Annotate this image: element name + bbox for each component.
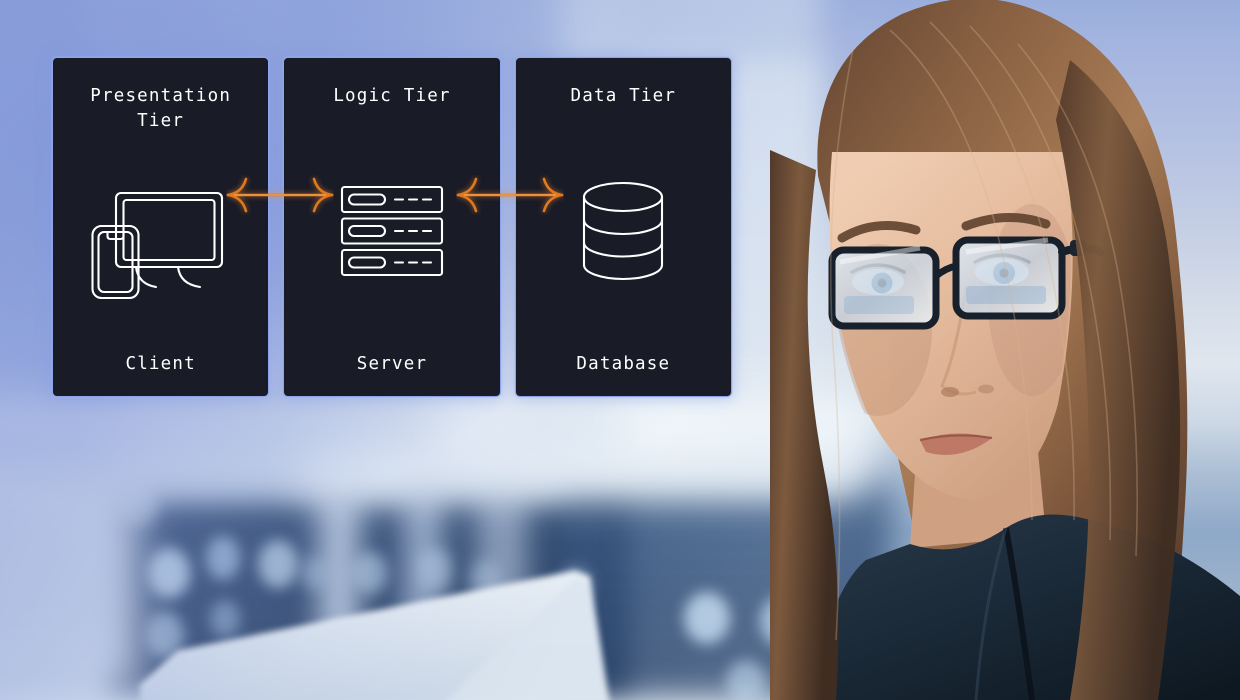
tier-title-data: Data Tier	[570, 86, 677, 106]
tier-panel-logic[interactable]: Logic Tier Server	[283, 57, 501, 397]
tier-label-server: Server	[356, 354, 428, 374]
blurred-laptop	[140, 570, 610, 700]
tier-title-presentation: Presentation Tier	[90, 86, 232, 131]
architecture-diagram: Presentation Tier Client Logic Tier Serv…	[52, 57, 732, 397]
person-photo	[770, 0, 1240, 700]
monitor-and-phone-icon	[63, 134, 258, 354]
tier-label-client: Client	[125, 354, 196, 374]
tier-panel-data[interactable]: Data Tier Database	[514, 57, 732, 397]
database-cylinder-icon	[526, 109, 721, 354]
tier-label-database: Database	[576, 354, 671, 374]
eyeglasses	[828, 236, 1104, 330]
tier-title-logic: Logic Tier	[333, 86, 451, 106]
server-rack-icon	[294, 109, 489, 354]
tier-panel-presentation[interactable]: Presentation Tier Client	[52, 57, 270, 397]
hero-image: Presentation Tier Client Logic Tier Serv…	[0, 0, 1240, 700]
